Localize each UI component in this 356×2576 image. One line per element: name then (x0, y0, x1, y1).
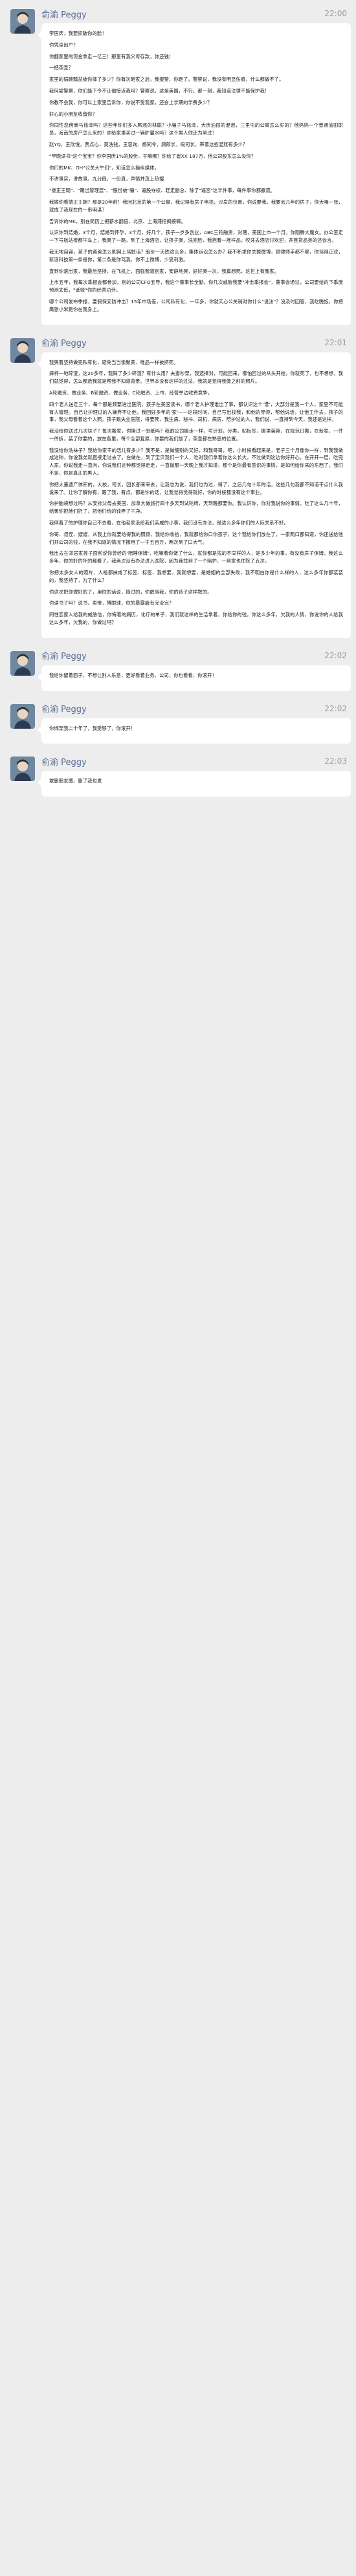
message-meta: 俞渝 Peggy 22:00 (41, 6, 348, 21)
message-paragraph: 我没给你送过几次袜子？每次搬家，你撕过一张纸吗？我跟公司搬走一样，写计划，分类，… (49, 428, 343, 442)
chat-thread: 俞渝 Peggy 22:00 李国庆，我要抓破你的脸！ 你凭身出户？ 你翻家里的现金拿走… (0, 0, 356, 2576)
message-bubble[interactable]: 我哭着坚持做完私有化，避免当当像聚美、唯品一样被挤死。摔杯一地碎渣，这20多年，… (38, 352, 351, 638)
message-paragraph: 你凭身出户？ (49, 41, 78, 48)
avatar[interactable] (10, 757, 35, 782)
message-meta: 俞渝 Peggy 22:01 (41, 336, 348, 350)
avatar[interactable] (10, 338, 35, 363)
message-paragraph: 摔杯一地碎渣，这20多年，我踩了多少碎渣？有什么用？夫妻吵架，我选择对，可能回来… (49, 370, 343, 385)
chat-message: 俞渝 Peggy 22:01 我哭着坚持做完私有化，避免当当像聚美、唯品一样被挤死。… (0, 336, 356, 638)
message-column: 俞渝 Peggy 22:00 李国庆，我要抓破你的脸！ 你凭身出户？ 你翻家里的现金拿走… (38, 6, 351, 325)
message-paragraph: 你们的MK、GH"公关大牛们"，知道怎么操纵媒体。 (49, 164, 160, 171)
message-paragraph: 你绑架我二十年了，我受够了，你滚开！ (49, 725, 136, 731)
sender-name[interactable]: 俞渝 Peggy (41, 649, 87, 661)
message-paragraph: 赵YQ，王欣悦，贾点心，莫洗钱，王容询、杨同令，顾郎长，段司长，带着这些混账有多… (49, 141, 248, 147)
avatar-image (10, 703, 35, 729)
message-timestamp: 22:01 (324, 338, 347, 347)
message-paragraph: 我给你留着面子，不想让别人乐意，更好看着业务、公司，你也看看，你滚开！ (49, 672, 217, 678)
avatar[interactable] (10, 703, 35, 729)
chat-message: 俞渝 Peggy 22:02 你绑架我二十年了，我受够了，你滚开！ (0, 702, 356, 744)
message-paragraph: "揣正王朝"、"踢出管理层"、"股份被"骗"、逼股夺权、赶走副总、除了"逼宫"这… (49, 188, 276, 194)
message-meta: 俞渝 Peggy 22:03 (41, 754, 348, 768)
chat-message: 俞渝 Peggy 22:03 敢删朋友圈，删了我也发 (0, 754, 356, 797)
chat-message: 俞渝 Peggy 22:02 我给你留着面子，不想让别人乐意，更好看着业务、公司，你… (0, 649, 356, 691)
sender-name[interactable]: 俞渝 Peggy (41, 755, 87, 767)
message-column: 俞渝 Peggy 22:03 敢删朋友圈，删了我也发 (38, 754, 351, 797)
message-timestamp: 22:03 (324, 757, 347, 766)
message-paragraph: 我出去在邻居家孩子面前说你曾经的'陪睡保姆'，吃嘛着你做了什么，就你都是找的不同… (49, 550, 343, 564)
message-paragraph: 四个老人送走三个，每个都是频繁进出医院，孩子在美国读书，哪个老人护理谁出了事，都… (49, 401, 343, 423)
message-paragraph: 我何尝警察，你们能下令不让他接近我吗？警察说，这是美国，不行。那一刻，我知道法律… (49, 87, 270, 94)
message-paragraph: 我没给你洗袜子？我给你家干的活儿有多少？我不是，是做细别的又好，和我哥哥，吧，小… (49, 447, 343, 477)
message-bubble[interactable]: 李国庆，我要抓破你的脸！ 你凭身出户？ 你翻家里的现金拿走一亿三！那里有我父母存款，… (38, 23, 351, 325)
message-paragraph: 同性恋家人给我的威胁信，你悔着的病历，化疗的单子，我们就这样的生活拿着，你给你的… (49, 612, 343, 626)
sender-name[interactable]: 俞渝 Peggy (41, 702, 87, 714)
message-bubble[interactable]: 你绑架我二十年了，我受够了，你滚开！ (38, 718, 351, 744)
message-paragraph: 你同性恋傍豪马铭泽吗？这些年你们多人厮混的林聪？小骗子马铭泽，大庆油田的混混，三… (49, 122, 343, 136)
message-paragraph: 不讲事实，讲故事。九分假，一份真，声情并茂上热搜 (49, 176, 164, 182)
avatar-image (10, 338, 35, 363)
message-paragraph: 家里的锅碗瓢盆被你摔了多少？你有次砸家之后，我报警，你跑了。警察说，我没有明显伤… (49, 76, 284, 83)
message-paragraph: 你把太多女人的照片、人格都抹成了标签、标签、我想要，我就想要，是婚姻的全部失败，… (49, 570, 343, 583)
message-timestamp: 22:00 (324, 9, 347, 18)
message-bubble[interactable]: 我给你留着面子，不想让别人乐意，更好看着业务、公司，你也看看，你滚开！ (38, 665, 351, 691)
message-timestamp: 22:02 (324, 703, 347, 713)
message-paragraph: 我嫁你看揣正王朝？那是20年前！我回北京的第一个公寓，我记得有房子电视，沙发的位… (49, 199, 343, 213)
message-paragraph: 告诉你的MK，别在简历上把薪水翻倍，北京、上海浦招揭接嘛。 (49, 218, 186, 224)
message-meta: 俞渝 Peggy 22:02 (41, 649, 348, 663)
message-paragraph: 哪个公司发布季报，要假保安防冲击？15年市场差，公司私有化，一年多，你就天心公关… (49, 298, 343, 312)
avatar-image (10, 650, 35, 676)
message-paragraph: 你护脑袋想过吗？从安排父母去美国、加拿大做旅行四十多天到试轮椅，天到晚都要你。我… (49, 500, 343, 515)
message-paragraph: 直到你滚出家，我最后坚持，在飞机上，面临我道别家，安静地哭，好好哭一次，我真想死… (49, 268, 280, 274)
avatar-image (10, 757, 35, 782)
message-paragraph: "早晚读书"这个宝宝？你李国庆1%的股份，干嘛哪？你给了崔XX 187万，他公司… (49, 153, 256, 159)
message-paragraph: 你哥、叔侄、嫂嫂，从我上你就要给得我的照顾，我给你收拾，我就都给你口你孩子，这个… (49, 531, 343, 545)
message-meta: 俞渝 Peggy 22:02 (41, 702, 348, 716)
message-paragraph: 你翻家里的现金拿走一亿三！那里有我父母存款，你还钱！ (49, 53, 174, 59)
message-paragraph: 你教不会我，你可以上家里告诉你，你说不受我家，还会上学期的学费多少？ (49, 99, 212, 105)
message-paragraph: 上市五年，我每次季报会都参加，别的公司CFO五导，我这个董事长全勤。你几次威胁我… (49, 279, 343, 294)
message-paragraph: 一把茶壶？ (49, 65, 73, 71)
chat-message: 俞渝 Peggy 22:00 李国庆，我要抓破你的脸！ 你凭身出户？ 你翻家里的现金拿走… (0, 6, 356, 325)
message-paragraph: A轮融资、做业务、B轮融资、做业务、C轮融资、上市、经营单边收费竞争。 (49, 389, 213, 396)
avatar[interactable] (10, 9, 35, 34)
message-column: 俞渝 Peggy 22:02 我给你留着面子，不想让别人乐意，更好看着业务、公司，你… (38, 649, 351, 691)
message-paragraph: 我无地自容，孩子的爸爸怎么刷网上骂脏话？股价一天跌这么多，集体诉讼怎么办？我不断… (49, 248, 343, 263)
message-bubble[interactable]: 敢删朋友圈，删了我也发 (38, 771, 351, 797)
message-paragraph: 你读书了吗？说书，卖惨，博眼球，你的暴露癖有完没完？ (49, 600, 174, 606)
message-paragraph: 我哭着坚持做完私有化，避免当当像聚美、唯品一样被挤死。 (49, 359, 179, 365)
avatar-image (10, 9, 35, 34)
avatar[interactable] (10, 650, 35, 676)
sender-name[interactable]: 俞渝 Peggy (41, 8, 87, 20)
message-paragraph: 你把大量遗产体积的，大校，司长，团长都来来去，让我也为说，我们也为过，得了，之后… (49, 481, 343, 495)
message-paragraph: 我倒着了的护理你自己不去看，在他老家没给我们亲戚的小事，我们没有办法，是这么多年… (49, 520, 289, 526)
message-column: 俞渝 Peggy 22:01 我哭着坚持做完私有化，避免当当像聚美、唯品一样被挤死。… (38, 336, 351, 638)
message-paragraph: 你这次把你做好的了，用你的话说，搞过的，你敢骂我，你的孩子这样教的。 (49, 588, 212, 595)
sender-name[interactable]: 俞渝 Peggy (41, 336, 87, 349)
message-column: 俞渝 Peggy 22:02 你绑架我二十年了，我受够了，你滚开！ (38, 702, 351, 744)
message-paragraph: 李国庆，我要抓破你的脸！ (49, 30, 107, 36)
message-timestamp: 22:02 (324, 650, 347, 660)
message-paragraph: 敢删朋友圈，删了我也发 (49, 778, 102, 784)
message-paragraph: 认识你到结婚，3个月，结婚到怀孕，3个月，好几个，孩子一岁多创业，ABC三轮融资… (49, 230, 343, 244)
message-paragraph: 好心的小朋友收留你？ (49, 111, 97, 117)
